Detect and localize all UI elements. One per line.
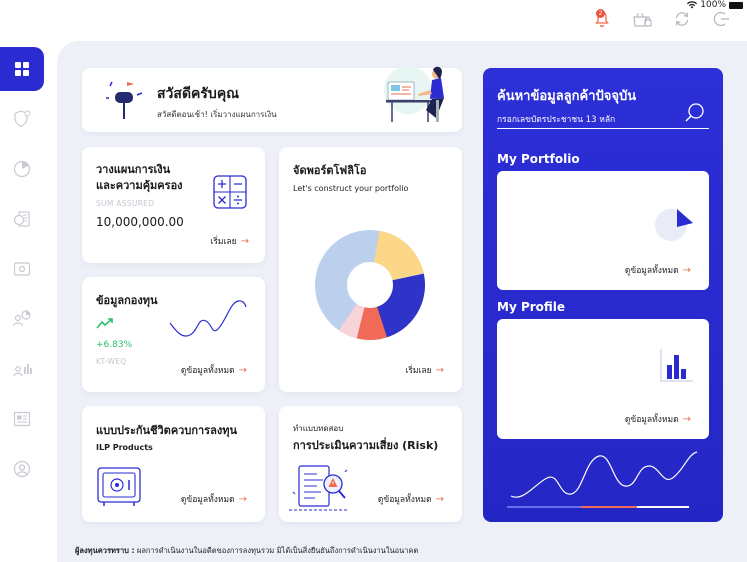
- sidebar-item-news[interactable]: [0, 397, 44, 441]
- banknote-icon: [13, 262, 31, 276]
- pie-slice-icon: [655, 209, 693, 241]
- arrow-right-icon: →: [238, 493, 247, 505]
- greeting-subtitle: สวัสดีตอนเช้า! เริ่มวางแผนการเงิน: [157, 110, 277, 119]
- user-chart-icon: [12, 310, 31, 327]
- logout-button[interactable]: [711, 8, 733, 30]
- portfolio-title: จัดพอร์ตโฟลิโอ: [293, 164, 367, 177]
- fund-change-percent: +6.83%: [96, 340, 133, 350]
- sidebar-item-finance[interactable]: [0, 197, 44, 241]
- refresh-icon: [675, 12, 689, 26]
- national-id-search-input[interactable]: [497, 111, 709, 129]
- arrow-right-icon: →: [238, 364, 247, 376]
- fund-code: KT-WEQ: [96, 357, 127, 366]
- ilp-view-all-label: ดูข้อมูลทั้งหมด: [180, 495, 235, 505]
- my-portfolio-view-all-label: ดูข้อมูลทั้งหมด: [624, 266, 679, 276]
- plan-start-label: เริ่มเลย: [210, 237, 237, 247]
- greeting-card: สวัสดีครับคุณ สวัสดีตอนเช้า! เริ่มวางแผน…: [82, 66, 462, 132]
- safe-icon: [97, 467, 141, 506]
- mailbox-icon: [106, 81, 143, 119]
- portfolio-start-label: เริ่มเลย: [405, 366, 432, 376]
- grid-icon: [15, 62, 29, 76]
- ilp-subtitle: ILP Products: [96, 443, 153, 452]
- disclaimer-text: ผลการดำเนินงานในอดีตของการลงทุนรวม มิได้…: [136, 546, 419, 555]
- shopping-basket-button[interactable]: [631, 8, 653, 30]
- ilp-card[interactable]: แบบประกันชีวิตควบการลงทุน ILP Products ด…: [82, 406, 265, 522]
- arrow-right-icon: →: [240, 235, 249, 247]
- search-panel-title: ค้นหาข้อมูลลูกค้าปัจจุบัน: [497, 89, 637, 104]
- risk-caption: ทำแบบทดสอบ: [293, 424, 344, 433]
- sidebar-item-dashboard[interactable]: [0, 47, 44, 91]
- my-portfolio-view-all-link[interactable]: ดูข้อมูลทั้งหมด →: [625, 263, 691, 277]
- notification-badge: 2: [596, 9, 605, 18]
- ilp-view-all-link[interactable]: ดูข้อมูลทั้งหมด →: [181, 492, 247, 506]
- plan-start-link[interactable]: เริ่มเลย →: [210, 234, 249, 248]
- risk-title: การประเมินความเสี่ยง (Risk): [293, 439, 439, 452]
- search-icon[interactable]: [683, 101, 707, 125]
- financial-planning-card[interactable]: วางแผนการเงิน และความคุ้มครอง SUM ASSURE…: [82, 147, 265, 263]
- notification-button[interactable]: 2: [591, 8, 613, 30]
- sidebar-item-profile[interactable]: [0, 447, 44, 491]
- basket-lock-icon: [633, 12, 652, 27]
- sidebar-item-protection[interactable]: [0, 97, 44, 141]
- refresh-button[interactable]: [671, 8, 693, 30]
- decorative-wave-line: [507, 451, 698, 508]
- arrow-right-icon: →: [682, 264, 691, 276]
- risk-document-icon: [289, 465, 349, 511]
- greeting-title: สวัสดีครับคุณ: [157, 86, 240, 102]
- my-profile-view-all-link[interactable]: ดูข้อมูลทั้งหมด →: [625, 412, 691, 426]
- my-portfolio-card[interactable]: ดูข้อมูลทั้งหมด →: [497, 171, 709, 290]
- top-toolbar: 2: [591, 8, 733, 30]
- trend-up-icon: [96, 318, 113, 329]
- my-profile-view-all-label: ดูข้อมูลทั้งหมด: [624, 415, 679, 425]
- fund-view-all-label: ดูข้อมูลทั้งหมด: [180, 366, 235, 376]
- disclaimer-label: ผู้ลงทุนควรทราบ :: [75, 546, 135, 555]
- risk-view-all-link[interactable]: ดูข้อมูลทั้งหมด →: [378, 492, 444, 506]
- arrow-right-icon: →: [435, 493, 444, 505]
- calculator-icon: [213, 175, 247, 209]
- user-bar-chart-icon: [13, 364, 32, 377]
- sum-assured-label: SUM ASSURED: [96, 199, 155, 208]
- ilp-title: แบบประกันชีวิตควบการลงทุน: [96, 424, 237, 437]
- person-at-desk-illustration: [384, 66, 444, 122]
- plan-title-line2: และความคุ้มครอง: [96, 179, 183, 192]
- fund-wave-line: [169, 300, 247, 337]
- fund-title: ข้อมูลกองทุน: [96, 294, 158, 307]
- sidebar-item-investment[interactable]: [0, 297, 44, 341]
- shield-icon: [14, 110, 31, 128]
- investor-disclaimer: ผู้ลงทุนควรทราบ : ผลการดำเนินงานในอดีตขอ…: [75, 545, 418, 557]
- sidebar-item-cash[interactable]: [0, 247, 44, 291]
- pie-chart-icon: [13, 160, 31, 178]
- portfolio-donut-chart: [315, 230, 425, 340]
- bar-chart-icon: [660, 349, 693, 382]
- customer-search-panel: ค้นหาข้อมูลลูกค้าปัจจุบัน My Portfolio ด…: [483, 68, 723, 522]
- risk-view-all-label: ดูข้อมูลทั้งหมด: [377, 495, 432, 505]
- fund-view-all-link[interactable]: ดูข้อมูลทั้งหมด →: [181, 363, 247, 377]
- logout-icon: [713, 11, 729, 27]
- portfolio-card[interactable]: จัดพอร์ตโฟลิโอ Let's construct your port…: [279, 147, 462, 392]
- user-circle-icon: [13, 460, 31, 478]
- sidebar-item-portfolio[interactable]: [0, 147, 44, 191]
- newspaper-icon: [13, 411, 31, 427]
- my-profile-label: My Profile: [497, 300, 566, 314]
- risk-assessment-card[interactable]: ทำแบบทดสอบ การประเมินความเสี่ยง (Risk) ด…: [279, 406, 462, 522]
- sidebar-item-analytics[interactable]: [0, 347, 44, 391]
- fund-info-card[interactable]: ข้อมูลกองทุน +6.83% KT-WEQ ดูข้อมูลทั้งห…: [82, 277, 265, 392]
- my-portfolio-label: My Portfolio: [497, 152, 580, 166]
- sum-assured-amount: 10,000,000.00: [96, 215, 184, 229]
- portfolio-start-link[interactable]: เริ่มเลย →: [405, 363, 444, 377]
- plan-title-line1: วางแผนการเงิน: [96, 163, 171, 176]
- sidebar-nav: [0, 47, 44, 497]
- portfolio-subtitle: Let's construct your portfolio: [293, 184, 409, 193]
- arrow-right-icon: →: [435, 364, 444, 376]
- arrow-right-icon: →: [682, 413, 691, 425]
- money-document-icon: [13, 211, 30, 227]
- my-profile-card[interactable]: ดูข้อมูลทั้งหมด →: [497, 319, 709, 439]
